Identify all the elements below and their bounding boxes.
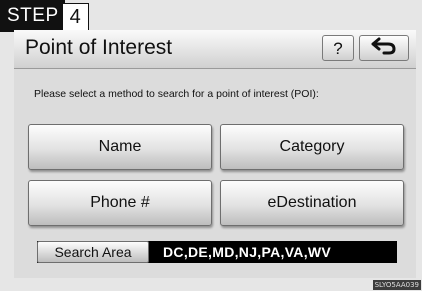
search-area-button[interactable]: Search Area [37,241,149,263]
search-area-value: DC,DE,MD,NJ,PA,VA,WV [163,244,332,260]
search-area-bar: Search Area DC,DE,MD,NJ,PA,VA,WV [37,241,397,263]
step-label: STEP [0,0,65,32]
category-button[interactable]: Category [220,124,404,170]
help-button[interactable]: ? [322,35,354,61]
name-button[interactable]: Name [28,124,212,170]
edestination-button[interactable]: eDestination [220,180,404,226]
back-arrow-icon [370,37,398,60]
image-code-label: SLYO5AA039 [372,280,421,290]
back-button[interactable] [359,35,409,61]
header-bar: Point of Interest ? [14,30,416,69]
poi-screen: Point of Interest ? Please select a meth… [14,30,416,278]
step-number: 4 [61,3,89,31]
page-title: Point of Interest [25,36,173,59]
phone-button[interactable]: Phone # [28,180,212,226]
step-badge: STEP 4 [0,0,89,32]
instruction-text: Please select a method to search for a p… [34,88,319,100]
